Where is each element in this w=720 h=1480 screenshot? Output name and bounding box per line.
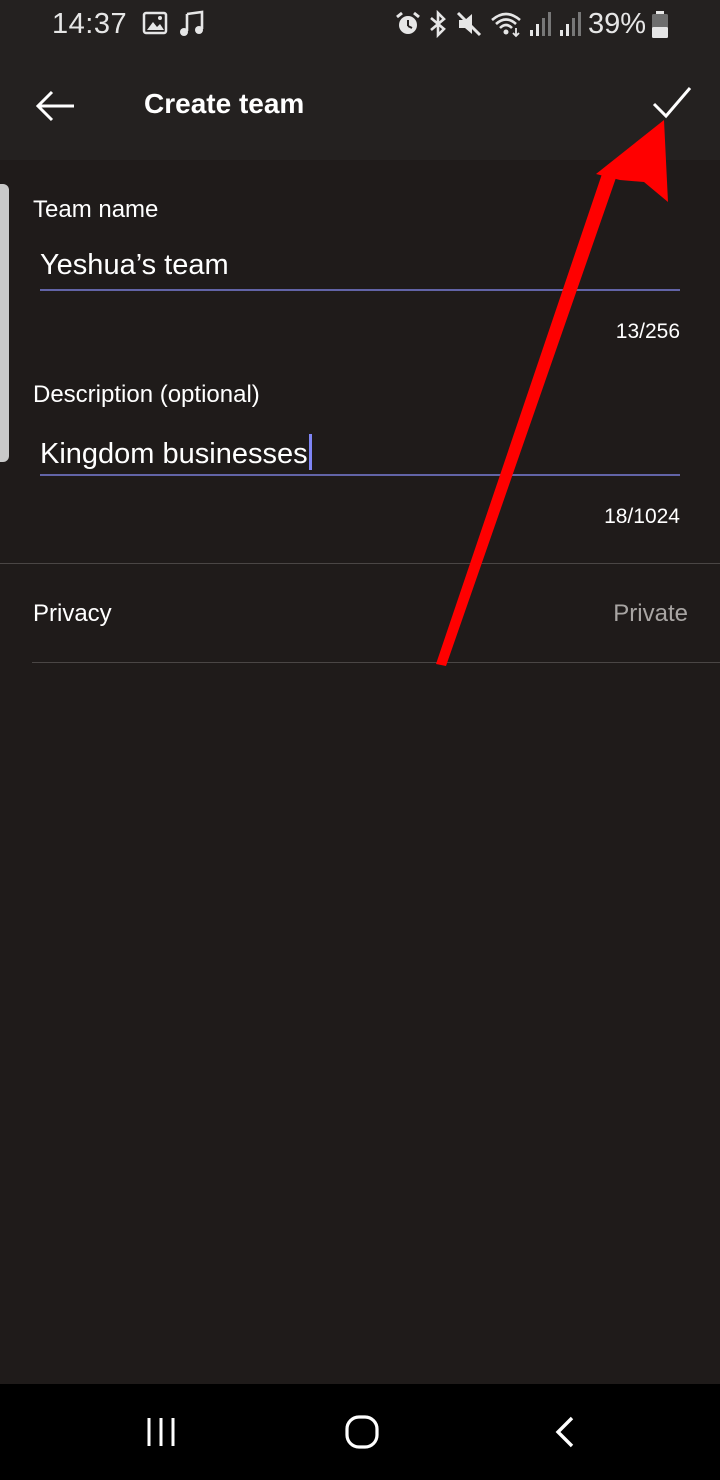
recent-apps-icon[interactable]: [137, 1408, 185, 1456]
privacy-divider: [32, 662, 720, 663]
team-name-input[interactable]: Yeshua’s team: [40, 249, 229, 282]
status-time: 14:37: [52, 8, 128, 40]
create-team-screen: 14:37 39% Create team Team name Yeshua’s…: [0, 0, 720, 1480]
navigation-bar: [0, 1384, 720, 1480]
team-name-counter: 13/256: [615, 320, 680, 343]
arrow-left-icon[interactable]: [26, 76, 86, 136]
alarm-icon: [396, 11, 420, 34]
team-name-label: Team name: [33, 196, 159, 223]
signal-icon: [560, 12, 581, 36]
signal-icon: [530, 12, 551, 36]
privacy-value: Private: [613, 600, 688, 627]
page-title: Create team: [144, 88, 305, 119]
wifi-icon: [491, 12, 521, 38]
app-bar: Create team: [0, 52, 720, 160]
mute-icon: [456, 11, 482, 37]
battery-icon: [652, 11, 668, 38]
home-icon[interactable]: [338, 1408, 386, 1456]
text-cursor: [308, 434, 312, 470]
divider: [0, 563, 720, 564]
music-icon: [180, 10, 204, 36]
privacy-label: Privacy: [33, 600, 112, 627]
description-underline: [40, 474, 680, 476]
image-icon: [142, 11, 168, 35]
battery-percentage: 39%: [588, 8, 647, 40]
description-counter: 18/1024: [604, 505, 680, 528]
back-icon[interactable]: [540, 1408, 588, 1456]
team-name-underline: [40, 289, 680, 291]
status-bar: 14:37 39%: [0, 0, 720, 52]
description-label: Description (optional): [33, 381, 260, 408]
description-input[interactable]: Kingdom businesses: [40, 434, 312, 471]
description-value: Kingdom businesses: [40, 438, 308, 470]
checkmark-icon[interactable]: [646, 76, 698, 128]
bluetooth-icon: [430, 10, 446, 38]
scroll-indicator: [0, 184, 9, 462]
